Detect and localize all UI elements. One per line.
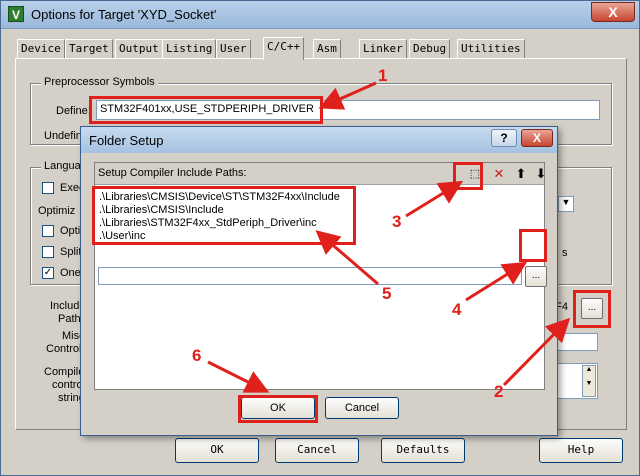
annotation-box-4 [519, 229, 547, 262]
tab-linker[interactable]: Linker [359, 39, 407, 58]
cancel-button[interactable]: Cancel [275, 438, 359, 463]
help-icon[interactable]: ? [491, 129, 517, 147]
listbox-header-label: Setup Compiler Include Paths: [98, 167, 247, 179]
undefine-label: Undefin [44, 130, 82, 142]
annotation-box-2 [573, 290, 611, 328]
dropdown-arrow-icon[interactable]: ▼ [558, 196, 574, 212]
one-label: One [60, 267, 81, 279]
annotation-label-4: 4 [452, 300, 462, 319]
browse-ellipsis-button[interactable]: ... [525, 266, 547, 287]
partial-s-label: s [562, 247, 568, 259]
tab-target[interactable]: Target [65, 39, 113, 58]
ok-button[interactable]: OK [175, 438, 259, 463]
tab-listing[interactable]: Listing [162, 39, 217, 58]
annotation-box-1 [89, 96, 323, 124]
annotation-box-5 [92, 186, 356, 245]
compiler-label: Compile [44, 366, 85, 378]
define-label: Define: [56, 105, 91, 117]
move-up-icon[interactable]: ⬆ [511, 165, 531, 183]
control-label: contro [52, 379, 83, 391]
dialog-cancel-button[interactable]: Cancel [325, 397, 399, 419]
annotation-box-3 [453, 162, 483, 190]
annotation-label-3: 3 [392, 212, 402, 231]
annotation-label-2: 2 [494, 382, 504, 401]
delete-icon[interactable]: ✕ [489, 165, 509, 183]
split-checkbox[interactable] [42, 246, 54, 258]
annotation-label-5: 5 [382, 284, 392, 303]
annotation-label-6: 6 [192, 346, 202, 365]
optimiz-label: Optimiz [38, 205, 76, 217]
folder-setup-dialog: Folder Setup ? X Setup Compiler Include … [80, 126, 558, 436]
move-down-icon[interactable]: ⬇ [531, 165, 551, 183]
one-checkbox[interactable]: ✓ [42, 267, 54, 279]
help-button[interactable]: Help [539, 438, 623, 463]
defaults-button[interactable]: Defaults [381, 438, 465, 463]
scroll-arrows-icon[interactable]: ▲ ▼ [582, 365, 596, 397]
window-close-button[interactable]: X [591, 2, 635, 22]
tab-output[interactable]: Output [115, 39, 163, 58]
annotation-label-1: 1 [378, 66, 388, 85]
opti-checkbox[interactable] [42, 225, 54, 237]
tab-asm[interactable]: Asm [313, 39, 341, 58]
tab-cpp[interactable]: C/C++ [263, 37, 305, 60]
annotation-box-6 [238, 395, 318, 423]
split-label: Split [60, 246, 82, 258]
title-bar: V Options for Target 'XYD_Socket' X [1, 1, 639, 29]
path-edit-field[interactable] [98, 267, 522, 285]
preprocessor-group-label: Preprocessor Symbols [41, 76, 158, 88]
window-title: Options for Target 'XYD_Socket' [31, 7, 217, 22]
dialog-close-button[interactable]: X [521, 129, 553, 147]
folder-setup-title: Folder Setup [89, 133, 164, 148]
app-icon: V [8, 6, 24, 22]
tab-debug[interactable]: Debug [409, 39, 451, 58]
tab-utilities[interactable]: Utilities [457, 39, 525, 58]
exec-checkbox[interactable] [42, 182, 54, 194]
tab-user[interactable]: User [216, 39, 251, 58]
folder-setup-titlebar: Folder Setup ? X [81, 127, 557, 153]
tab-device[interactable]: Device [17, 39, 65, 58]
